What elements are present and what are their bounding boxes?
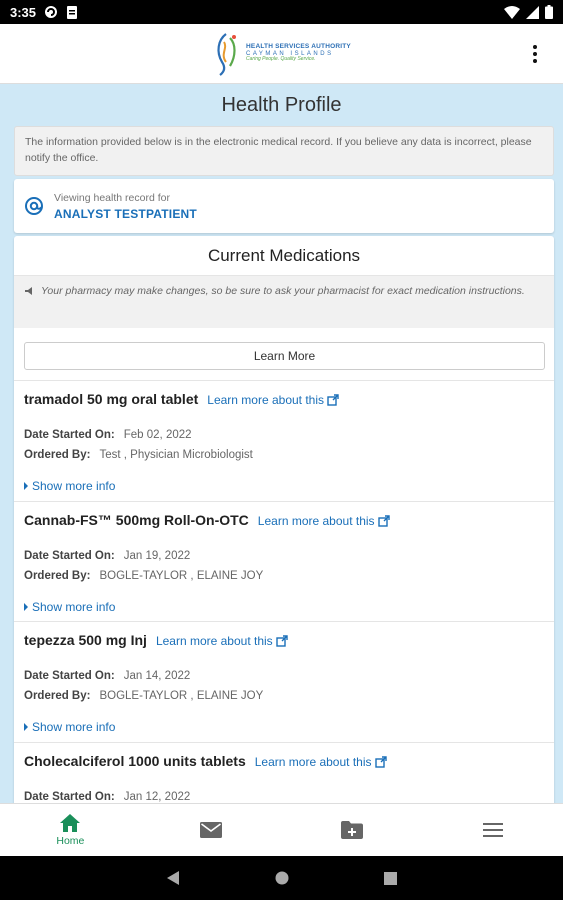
learn-more-link[interactable]: Learn more about this: [255, 755, 387, 769]
document-notification-icon: [67, 5, 78, 19]
nav-menu[interactable]: [422, 804, 563, 856]
bottom-nav: Home: [0, 803, 563, 856]
wifi-icon: [504, 5, 520, 19]
medications-title: Current Medications: [14, 236, 554, 276]
show-more-info-link[interactable]: Show more info: [24, 720, 544, 734]
learn-more-button[interactable]: Learn More: [24, 342, 545, 370]
show-more-label[interactable]: Show more info: [32, 720, 115, 734]
mail-icon[interactable]: [200, 822, 223, 838]
add-folder-icon[interactable]: [340, 821, 363, 839]
battery-icon: [545, 5, 553, 19]
ordered-by-value: Test , Physician Microbiologist: [99, 449, 253, 461]
external-link-icon[interactable]: [327, 394, 339, 406]
nav-add-folder[interactable]: [282, 804, 423, 856]
date-started-value: Jan 12, 2022: [123, 790, 191, 803]
show-more-label[interactable]: Show more info: [32, 479, 115, 493]
current-medications-card: Current Medications Your pharmacy may ma…: [14, 236, 554, 803]
system-nav-bar: [0, 856, 563, 900]
date-started-value: Jan 14, 2022: [123, 670, 191, 682]
learn-more-link-label[interactable]: Learn more about this: [258, 514, 375, 528]
home-icon[interactable]: [59, 813, 81, 833]
hsa-logo-mark-icon: [217, 32, 237, 76]
viewing-label: Viewing health record for: [54, 191, 170, 204]
external-link-icon[interactable]: [377, 514, 390, 527]
hsa-logo[interactable]: HEALTH SERVICES AUTHORITY CAYMAN ISLANDS…: [212, 32, 351, 76]
record-notice: The information provided below is in the…: [14, 126, 554, 176]
medication-name: tepezza 500 mg Inj: [24, 632, 147, 648]
page-title: Health Profile: [221, 94, 342, 116]
ordered-by-value: BOGLE-TAYLOR , ELAINE JOY: [99, 690, 264, 702]
learn-more-link[interactable]: Learn more about this: [207, 393, 339, 407]
learn-more-link-label[interactable]: Learn more about this: [156, 634, 273, 648]
ordered-by-label: Ordered By:: [24, 449, 91, 461]
recents-icon[interactable]: [384, 871, 397, 885]
nav-home[interactable]: Home: [0, 804, 141, 856]
show-more-info-link[interactable]: Show more info: [24, 479, 544, 493]
at-sign-icon: [25, 197, 43, 215]
date-started-label: Date Started On:: [24, 429, 115, 441]
pharmacy-note: Your pharmacy may make changes, so be su…: [14, 276, 554, 328]
medication-item: tramadol 50 mg oral tablet Learn more ab…: [14, 381, 554, 502]
signal-icon: [526, 5, 539, 19]
patient-name: ANALYST TESTPATIENT: [54, 206, 197, 221]
learn-more-link[interactable]: Learn more about this: [258, 514, 390, 528]
logo-line1: HEALTH SERVICES AUTHORITY: [246, 43, 351, 51]
date-started-value: Feb 02, 2022: [123, 429, 192, 441]
ordered-by-value: BOGLE-TAYLOR , ELAINE JOY: [99, 569, 264, 582]
ordered-by-label: Ordered By:: [24, 569, 91, 582]
external-link-icon[interactable]: [374, 755, 387, 768]
overflow-menu-icon[interactable]: [525, 42, 545, 66]
status-time: 3:35: [10, 4, 37, 20]
medication-name: Cholecalciferol 1000 units tablets: [24, 752, 246, 769]
hamburger-menu-icon[interactable]: [482, 823, 503, 837]
date-started-label: Date Started On:: [24, 790, 115, 803]
date-started-label: Date Started On:: [24, 670, 115, 682]
medication-item: tepezza 500 mg Inj Learn more about this…: [14, 622, 554, 743]
pharmacy-note-text: Your pharmacy may make changes, so be su…: [41, 285, 525, 297]
back-icon[interactable]: [166, 870, 180, 886]
home-circle-icon[interactable]: [275, 871, 289, 885]
app-notification-icon: [45, 6, 58, 18]
medication-item: Cholecalciferol 1000 units tablets Learn…: [14, 743, 554, 804]
caret-right-icon: [24, 723, 28, 731]
show-more-info-link[interactable]: Show more info: [24, 600, 544, 614]
megaphone-icon: [25, 287, 32, 295]
status-bar: 3:35: [0, 0, 563, 24]
show-more-label[interactable]: Show more info: [32, 600, 115, 614]
nav-home-label[interactable]: Home: [56, 835, 84, 847]
learn-more-link-label[interactable]: Learn more about this: [207, 393, 324, 407]
app-header: HEALTH SERVICES AUTHORITY CAYMAN ISLANDS…: [0, 24, 563, 84]
learn-more-link[interactable]: Learn more about this: [156, 634, 288, 648]
logo-tagline: Caring People. Quality Service.: [246, 56, 316, 63]
ordered-by-label: Ordered By:: [24, 690, 91, 702]
nav-messages[interactable]: [141, 804, 282, 856]
medication-name: Cannab-FS™ 500mg Roll-On-OTC: [24, 511, 249, 528]
learn-more-link-label[interactable]: Learn more about this: [255, 755, 372, 769]
caret-right-icon: [24, 602, 28, 611]
main-content[interactable]: Health Profile The information provided …: [0, 84, 563, 803]
date-started-value: Jan 19, 2022: [123, 549, 191, 562]
date-started-label: Date Started On:: [24, 549, 115, 562]
medication-name: tramadol 50 mg oral tablet: [24, 391, 199, 407]
viewing-record-card: Viewing health record for ANALYST TESTPA…: [14, 179, 554, 233]
caret-right-icon: [24, 482, 28, 490]
external-link-icon[interactable]: [275, 635, 288, 647]
medication-item: Cannab-FS™ 500mg Roll-On-OTC Learn more …: [14, 502, 554, 622]
